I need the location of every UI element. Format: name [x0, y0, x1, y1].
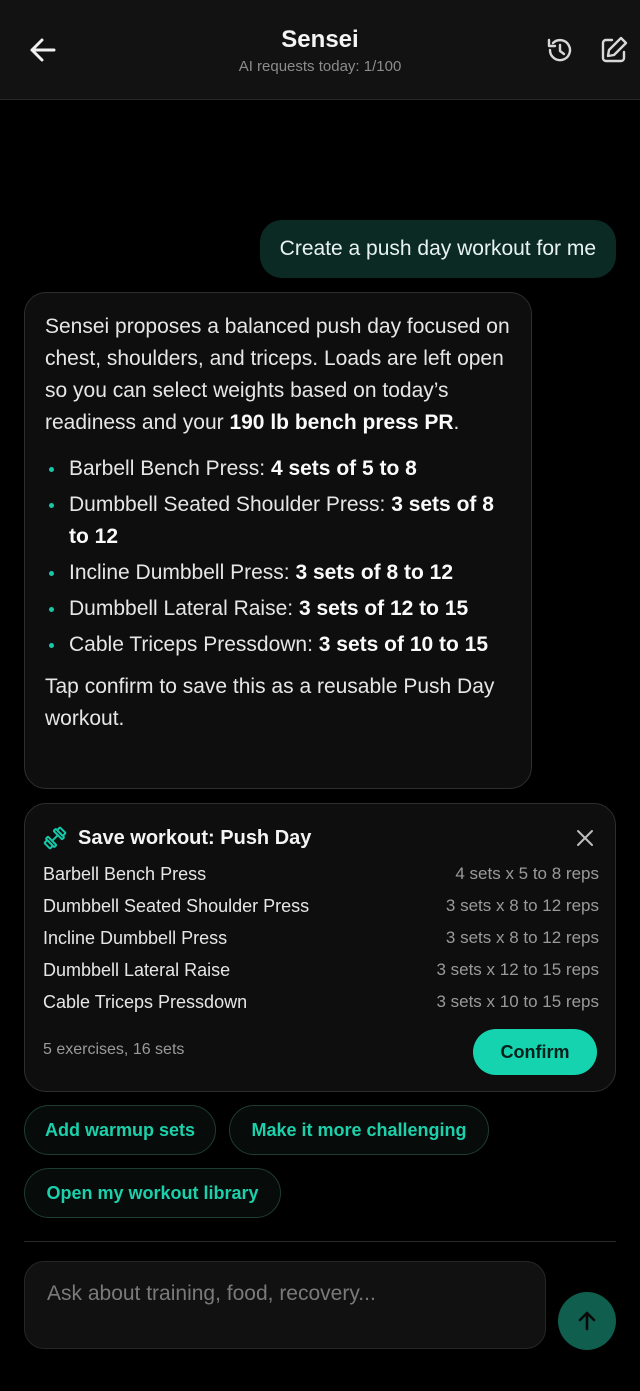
exercise-detail: 3 sets of 10 to 15	[318, 633, 489, 656]
exercise-sets: 3 sets x 12 to 15 reps	[436, 960, 599, 979]
table-row: Dumbbell Lateral Raise 3 sets x 12 to 15…	[43, 954, 599, 986]
exercise-name: Incline Dumbbell Press:	[69, 561, 296, 584]
save-card-title: Save workout: Push Day	[78, 827, 312, 849]
message-input[interactable]	[45, 1276, 529, 1312]
assistant-message-bubble: Sensei proposes a balanced push day focu…	[24, 292, 532, 789]
list-item: Cable Triceps Pressdown: 3 sets of 10 to…	[45, 629, 511, 661]
table-row: Incline Dumbbell Press 3 sets x 8 to 12 …	[43, 922, 599, 954]
ai-request-counter: AI requests today: 1/100	[238, 58, 402, 75]
workout-exercise-list: Barbell Bench Press 4 sets x 5 to 8 reps…	[43, 858, 599, 1018]
exercise-name: Cable Triceps Pressdown	[43, 991, 248, 1012]
list-item: Dumbbell Lateral Raise: 3 sets of 12 to …	[45, 593, 511, 625]
intro-bold-text: 190 lb bench press PR	[229, 411, 454, 434]
exercise-detail: 3 sets of 8 to 12	[295, 561, 453, 584]
composer-divider	[24, 1241, 616, 1242]
list-item: Dumbbell Seated Shoulder Press: 3 sets o…	[45, 489, 511, 553]
app-header: Sensei AI requests today: 1/100	[0, 0, 640, 100]
table-row: Dumbbell Seated Shoulder Press 3 sets x …	[43, 890, 599, 922]
exercise-sets: 3 sets x 8 to 12 reps	[445, 928, 599, 947]
exercise-name: Cable Triceps Pressdown:	[69, 633, 319, 656]
back-button[interactable]	[22, 29, 64, 71]
dumbbell-icon	[43, 826, 67, 850]
exercise-bullet-list: Barbell Bench Press: 4 sets of 5 to 8 Du…	[45, 453, 511, 661]
list-item: Barbell Bench Press: 4 sets of 5 to 8	[45, 453, 511, 485]
exercise-sets: 3 sets x 8 to 12 reps	[445, 896, 599, 915]
assistant-intro: Sensei proposes a balanced push day focu…	[45, 311, 511, 439]
history-icon	[547, 38, 572, 62]
exercise-name: Dumbbell Seated Shoulder Press	[43, 895, 310, 916]
header-title-group: Sensei AI requests today: 1/100	[160, 26, 480, 76]
list-item: Incline Dumbbell Press: 3 sets of 8 to 1…	[45, 557, 511, 589]
edit-icon	[601, 36, 628, 63]
exercise-sets: 3 sets x 10 to 15 reps	[436, 992, 599, 1011]
table-row: Barbell Bench Press 4 sets x 5 to 8 reps	[43, 858, 599, 890]
intro-end: .	[453, 411, 460, 434]
suggestion-chip-more-challenging[interactable]: Make it more challenging	[229, 1105, 489, 1155]
exercise-name: Dumbbell Seated Shoulder Press:	[69, 493, 392, 516]
exercise-detail: 3 sets of 12 to 15	[298, 597, 469, 620]
arrow-up-icon	[578, 1311, 596, 1331]
save-workout-card: Save workout: Push Day Barbell Bench Pre…	[24, 803, 616, 1092]
chat-screen: Sensei AI requests today: 1/100 Create a…	[0, 0, 640, 1391]
exercise-name: Dumbbell Lateral Raise:	[69, 597, 299, 620]
back-arrow-icon	[30, 38, 56, 62]
suggestion-chip-open-library[interactable]: Open my workout library	[24, 1168, 281, 1218]
send-button[interactable]	[558, 1292, 616, 1350]
close-icon	[577, 830, 593, 846]
confirm-button[interactable]: Confirm	[473, 1029, 597, 1075]
assistant-outro: Tap confirm to save this as a reusable P…	[45, 675, 495, 730]
exercise-name: Barbell Bench Press	[43, 863, 207, 884]
close-card-button[interactable]	[573, 826, 597, 850]
workout-summary: 5 exercises, 16 sets	[43, 1041, 185, 1058]
message-input-container	[24, 1261, 546, 1349]
user-message-bubble: Create a push day workout for me	[259, 220, 616, 278]
exercise-name: Dumbbell Lateral Raise	[43, 959, 231, 980]
new-chat-button[interactable]	[598, 34, 630, 66]
exercise-name: Incline Dumbbell Press	[43, 927, 228, 948]
table-row: Cable Triceps Pressdown 3 sets x 10 to 1…	[43, 986, 599, 1018]
page-title: Sensei	[281, 26, 359, 53]
exercise-name: Barbell Bench Press:	[69, 457, 271, 480]
exercise-detail: 4 sets of 5 to 8	[270, 457, 417, 480]
exercise-sets: 4 sets x 5 to 8 reps	[455, 864, 599, 883]
suggestion-chip-add-warmup[interactable]: Add warmup sets	[24, 1105, 216, 1155]
history-button[interactable]	[544, 34, 576, 66]
